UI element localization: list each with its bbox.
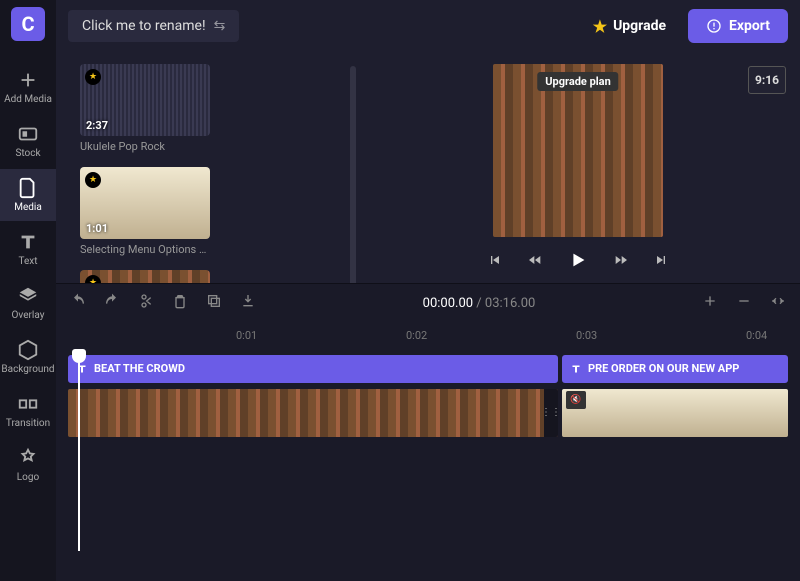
timeline-tracks: BEAT THE CROWD PRE ORDER ON OUR NEW APP … <box>56 351 800 581</box>
undo-icon[interactable] <box>70 293 86 313</box>
play-icon[interactable] <box>567 249 589 275</box>
nav-media[interactable]: Media <box>0 169 56 221</box>
overlay-icon <box>17 285 39 307</box>
rename-button[interactable]: Click me to rename! ⇆ <box>68 10 239 42</box>
fit-icon[interactable] <box>770 293 786 313</box>
nav-text[interactable]: Text <box>0 223 56 275</box>
forward-icon[interactable] <box>613 252 629 272</box>
app-logo[interactable]: C <box>11 7 45 41</box>
preview-area: 9:16 Upgrade plan <box>356 52 800 283</box>
text-clip[interactable]: BEAT THE CROWD <box>68 355 558 383</box>
rename-label: Click me to rename! <box>82 18 206 34</box>
ruler-tick: 0:01 <box>236 329 257 342</box>
skip-start-icon[interactable] <box>487 252 503 272</box>
player-controls <box>487 249 669 275</box>
upgrade-button[interactable]: ★ Upgrade <box>581 9 678 44</box>
media-icon <box>17 177 39 199</box>
media-item[interactable]: ★ 2:37 Ukulele Pop Rock <box>80 64 210 153</box>
split-icon[interactable] <box>138 293 154 313</box>
preview-overlay-tag: Upgrade plan <box>537 72 618 91</box>
transition-icon <box>17 393 39 415</box>
nav-label: Media <box>14 202 42 213</box>
download-icon[interactable] <box>240 293 256 313</box>
aspect-ratio-button[interactable]: 9:16 <box>748 66 786 94</box>
nav-add-media[interactable]: Add Media <box>0 61 56 113</box>
topbar: Click me to rename! ⇆ ★ Upgrade Export <box>56 0 800 52</box>
delete-icon[interactable] <box>172 293 188 313</box>
logo-icon <box>17 447 39 469</box>
nav-background[interactable]: Background <box>0 331 56 383</box>
media-panel: ★ 2:37 Ukulele Pop Rock ★ 1:01 Selecting… <box>56 52 356 283</box>
nav-label: Stock <box>15 148 40 159</box>
ruler-tick: 0:04 <box>746 329 767 342</box>
text-icon <box>17 231 39 253</box>
star-icon: ★ <box>593 17 607 36</box>
text-icon <box>570 363 582 375</box>
main-area: Click me to rename! ⇆ ★ Upgrade Export ★… <box>56 0 800 581</box>
upgrade-label: Upgrade <box>613 18 666 34</box>
ruler-tick: 0:03 <box>576 329 597 342</box>
text-clip-label: PRE ORDER ON OUR NEW APP <box>588 362 739 375</box>
star-badge-icon: ★ <box>85 172 101 188</box>
sync-off-icon: ⇆ <box>214 18 226 34</box>
zoom-in-icon[interactable] <box>702 293 718 313</box>
media-item[interactable]: ★ 1:01 Selecting Menu Options … <box>80 167 210 256</box>
export-icon <box>706 18 722 34</box>
nav-label: Transition <box>6 418 50 429</box>
video-clip[interactable]: 🔇 <box>562 389 788 437</box>
rewind-icon[interactable] <box>527 252 543 272</box>
copy-icon[interactable] <box>206 293 222 313</box>
timeline-ruler[interactable]: 0:01 0:02 0:03 0:04 <box>56 323 800 351</box>
video-clip[interactable]: ⋮⋮ <box>68 389 558 437</box>
nav-stock[interactable]: Stock <box>0 115 56 167</box>
text-clip[interactable]: PRE ORDER ON OUR NEW APP <box>562 355 788 383</box>
mute-icon[interactable]: 🔇 <box>566 391 586 409</box>
star-badge-icon: ★ <box>85 275 101 283</box>
star-badge-icon: ★ <box>85 69 101 85</box>
sidebar: C Add Media Stock Media Text Overlay Bac… <box>0 0 56 581</box>
nav-label: Logo <box>17 472 39 483</box>
plus-icon <box>17 69 39 91</box>
export-label: Export <box>729 18 770 34</box>
nav-label: Background <box>1 364 54 375</box>
background-icon <box>17 339 39 361</box>
nav-label: Overlay <box>12 310 45 321</box>
zoom-out-icon[interactable] <box>736 293 752 313</box>
playhead[interactable] <box>78 351 80 551</box>
time-readout: 00:00.00 / 03:16.00 <box>274 296 684 311</box>
duration-label: 1:01 <box>86 222 108 235</box>
ruler-tick: 0:02 <box>406 329 427 342</box>
media-title: Ukulele Pop Rock <box>80 140 210 153</box>
timeline-toolbar: 00:00.00 / 03:16.00 <box>56 283 800 323</box>
text-clip-label: BEAT THE CROWD <box>94 362 185 375</box>
nav-label: Text <box>18 256 37 267</box>
stock-icon <box>17 123 39 145</box>
redo-icon[interactable] <box>104 293 120 313</box>
nav-logo[interactable]: Logo <box>0 439 56 491</box>
media-item[interactable]: ★ <box>80 270 210 283</box>
preview-frame[interactable]: Upgrade plan <box>493 64 663 237</box>
clip-handle-icon[interactable]: ⋮⋮ <box>544 389 558 437</box>
skip-end-icon[interactable] <box>653 252 669 272</box>
media-title: Selecting Menu Options … <box>80 243 210 256</box>
duration-label: 2:37 <box>86 119 108 132</box>
nav-overlay[interactable]: Overlay <box>0 277 56 329</box>
nav-transition[interactable]: Transition <box>0 385 56 437</box>
nav-label: Add Media <box>4 94 52 105</box>
export-button[interactable]: Export <box>688 9 788 43</box>
